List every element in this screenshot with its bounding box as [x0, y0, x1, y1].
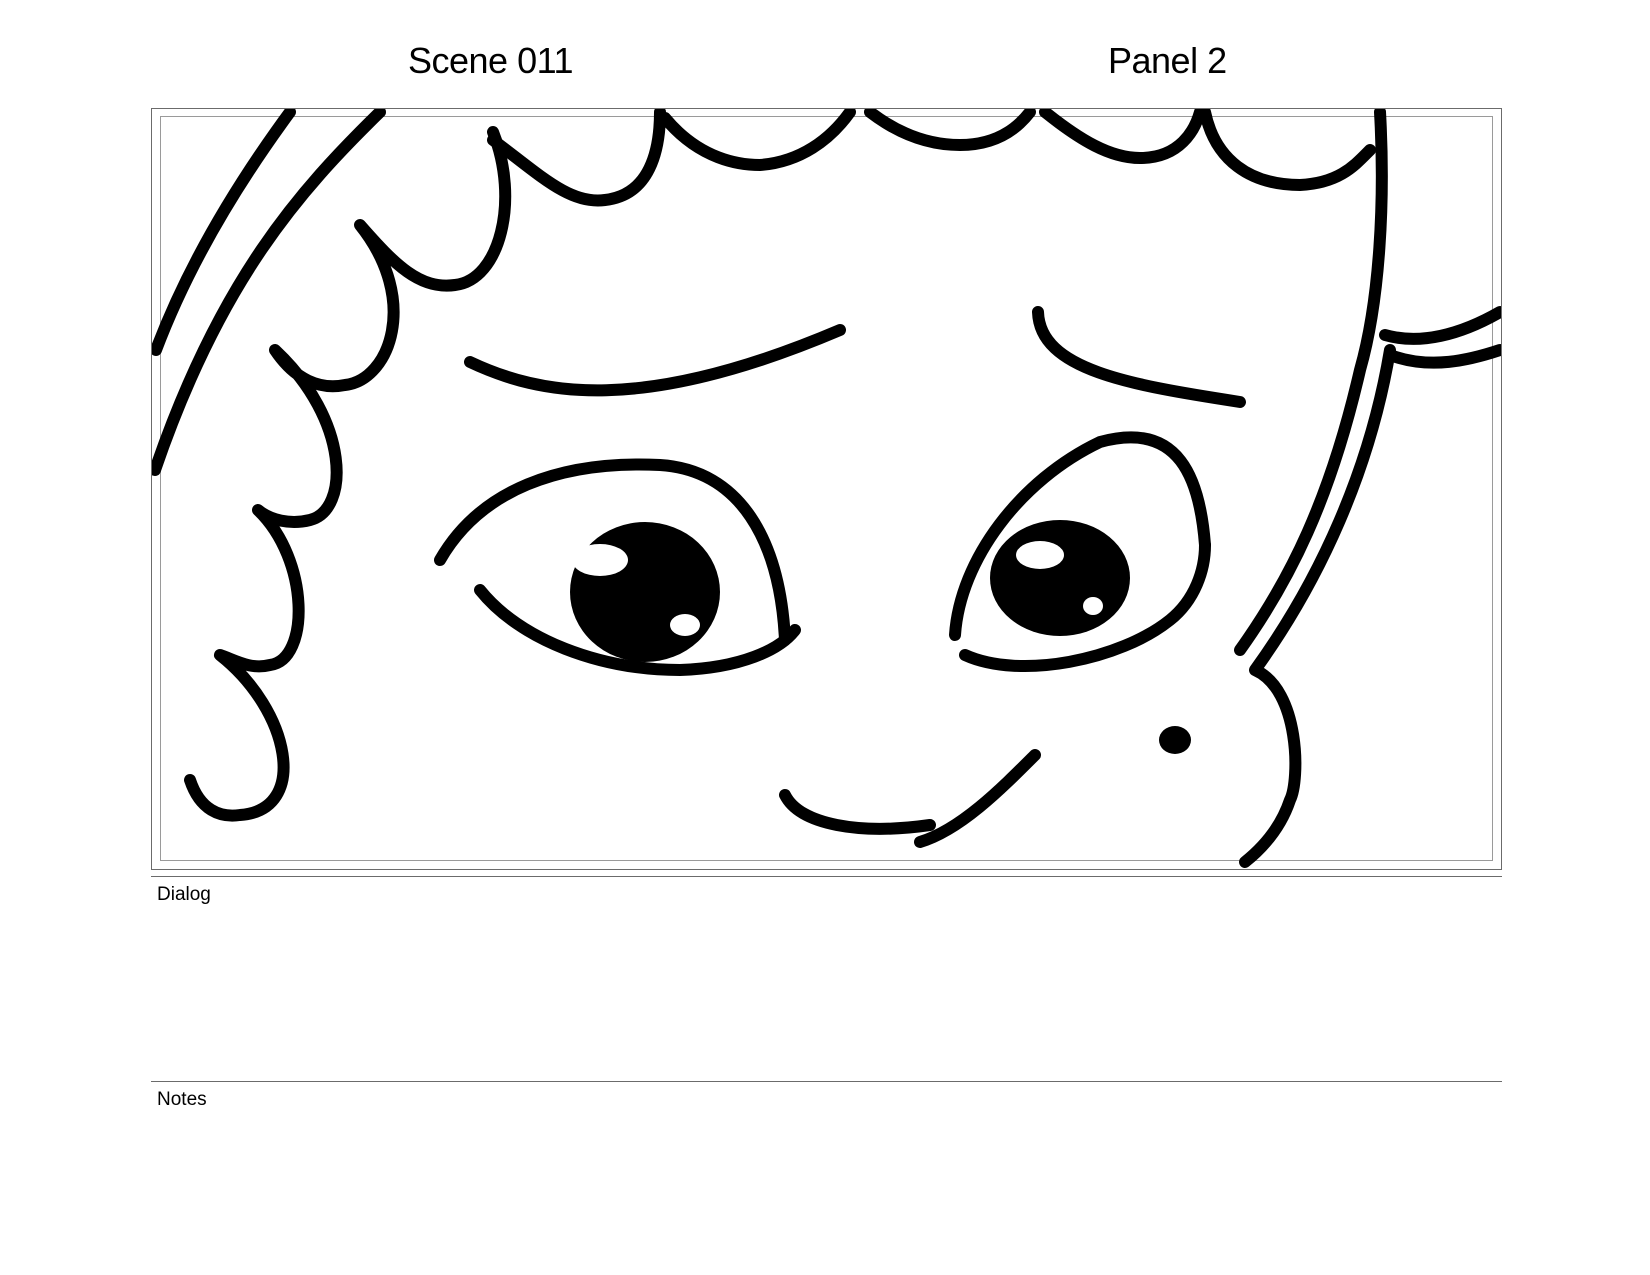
pupil-right — [990, 520, 1130, 636]
dialog-label: Dialog — [157, 884, 211, 905]
character-face-sketch — [152, 109, 1501, 868]
eye-left-highlight-small — [670, 614, 700, 636]
cheek-mole — [1159, 726, 1191, 754]
scene-label: Scene 011 — [408, 40, 573, 81]
pupil-left — [570, 522, 720, 662]
hair-strand-left-2 — [152, 109, 386, 476]
mouth-smile — [779, 749, 1041, 848]
panel-label: Panel 2 — [1108, 40, 1227, 81]
notes-text-area[interactable] — [151, 1115, 1502, 1255]
eyebrow-right — [1032, 306, 1246, 408]
dialog-divider — [151, 876, 1502, 877]
hair-curls-left — [184, 126, 512, 822]
panel-drawing[interactable] — [152, 109, 1501, 869]
notes-label: Notes — [157, 1089, 207, 1110]
eye-left-highlight-large — [572, 544, 628, 576]
hair-fringe-top — [487, 109, 1376, 207]
dialog-text-area[interactable] — [151, 910, 1502, 1075]
eye-right-highlight-small — [1083, 597, 1103, 615]
eyebrow-left — [464, 324, 846, 397]
eye-right-highlight-large — [1016, 541, 1064, 569]
notes-divider — [151, 1081, 1502, 1082]
hair-strand-right — [1379, 306, 1501, 369]
